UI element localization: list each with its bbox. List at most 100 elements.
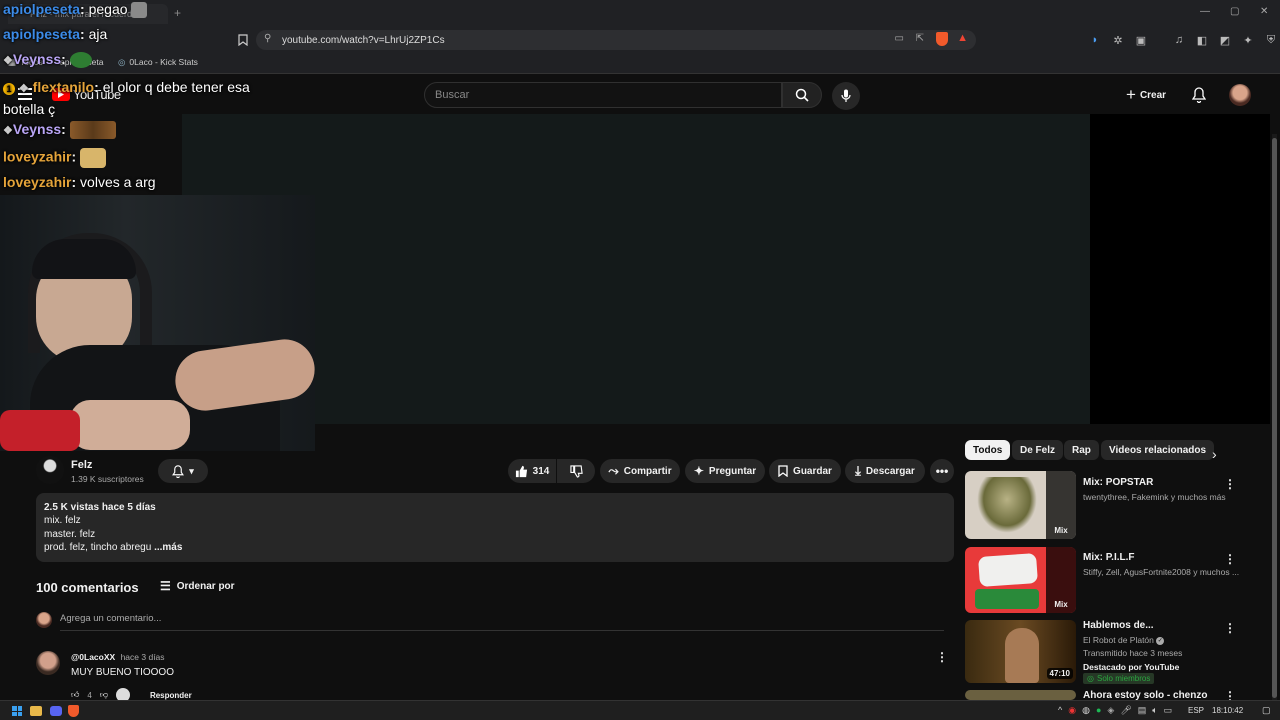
notification-center-icon[interactable]: ▢ [1262, 705, 1271, 716]
video-menu-icon[interactable]: ⋮ [1224, 552, 1236, 566]
subscription-bell-button[interactable]: ▾ [158, 459, 208, 483]
channel-name[interactable]: Felz [71, 459, 92, 471]
network-icon[interactable]: ▭ [1164, 705, 1173, 716]
maximize-button[interactable]: ▢ [1230, 6, 1239, 17]
start-icon[interactable] [12, 706, 22, 716]
new-tab-button[interactable]: + [174, 6, 181, 20]
minimize-button[interactable]: — [1200, 6, 1210, 17]
language-indicator[interactable]: ESP [1188, 706, 1204, 715]
leo-icon[interactable]: ✦ [1241, 33, 1255, 47]
player-side-panel [1090, 114, 1270, 424]
dislike-button[interactable] [557, 459, 595, 483]
search-button[interactable] [782, 82, 822, 108]
thumbs-down-icon [569, 464, 583, 478]
cast-icon[interactable]: ▭ [895, 33, 904, 44]
channel-avatar[interactable] [36, 456, 64, 484]
chip-rap[interactable]: Rap [1064, 440, 1099, 460]
like-button[interactable]: 314 [508, 459, 556, 483]
show-more-link[interactable]: ...más [154, 542, 182, 553]
scrollbar-thumb[interactable] [1272, 138, 1277, 698]
video-menu-icon[interactable]: ⋮ [1224, 621, 1236, 635]
mix-badge: Mix [1046, 471, 1076, 539]
comment-header: @0LacoXX hace 3 días [71, 652, 165, 662]
puzzle-icon[interactable]: ✲ [1111, 33, 1125, 47]
search-input[interactable]: Buscar [424, 82, 782, 108]
tray-app-icon[interactable]: ◈ [1107, 705, 1114, 716]
tray-app-icon[interactable]: ◍ [1082, 705, 1090, 716]
reply-button[interactable]: Responder [150, 691, 192, 700]
audio-icon[interactable]: ◗ [1088, 33, 1102, 47]
bookmark-kick-stats[interactable]: ◎ 0Laco - Kick Stats [118, 57, 198, 68]
url-bar[interactable]: ⚲ youtube.com/watch?v=LhrUj2ZP1Cs ▭ ⇱ ▲ [256, 30, 976, 50]
comment-like-icon[interactable]: 👍︎ [71, 690, 79, 700]
my-avatar [36, 612, 52, 628]
comment-author[interactable]: @0LacoXX [71, 652, 115, 662]
wallet-icon[interactable]: ◩ [1218, 33, 1232, 47]
video-title[interactable]: Mix: P.I.L.F [1083, 552, 1135, 563]
video-meta: Stiffy, Zell, AgusFortnite2008 y muchos … [1083, 567, 1240, 577]
mic-tray-icon[interactable]: 🎤︎ [1120, 705, 1131, 716]
sort-comments-button[interactable]: ☰ Ordenar por [160, 579, 235, 593]
page-scrollbar[interactable] [1272, 134, 1277, 700]
chat-line: loveyzahir: volves a arg [3, 174, 156, 190]
tray-app-icon[interactable]: ▤ [1138, 705, 1147, 716]
brave-taskbar-icon[interactable] [68, 705, 79, 717]
video-thumbnail[interactable]: Mix [965, 471, 1076, 539]
chat-line: apiolpeseta: aja [3, 26, 108, 42]
chat-message: pegao [88, 1, 128, 17]
video-thumbnail[interactable]: Mix [965, 547, 1076, 613]
share-icon: ⤳ [608, 463, 619, 478]
discord-icon[interactable] [50, 706, 62, 716]
description-line: mix. felz [44, 515, 81, 527]
share-page-icon[interactable]: ⇱ [916, 33, 924, 44]
voice-search-button[interactable] [832, 82, 860, 110]
emote-icon [69, 52, 92, 69]
speaker-icon[interactable]: 🔈︎ [1152, 705, 1157, 716]
share-button[interactable]: ⤳ Compartir [600, 459, 680, 483]
chip-de-felz[interactable]: De Felz [1012, 440, 1064, 460]
chat-line: loveyzahir: [3, 148, 107, 168]
save-button[interactable]: Guardar [769, 459, 841, 483]
chat-line: apiolpeseta: pegao [3, 1, 148, 19]
thumb-art [975, 589, 1039, 609]
description-box[interactable]: 2.5 K vistas hace 5 días mix. felz maste… [36, 493, 954, 562]
comment-menu-icon[interactable]: ⋮ [936, 650, 948, 664]
webcam-overlay [0, 195, 315, 451]
notifications-bell-icon[interactable] [1191, 87, 1207, 108]
file-explorer-icon[interactable] [30, 706, 42, 716]
site-settings-icon[interactable]: ⚲ [264, 33, 271, 44]
featured-label: Destacado por YouTube [1083, 662, 1180, 672]
video-thumbnail[interactable]: 47:10 [965, 620, 1076, 683]
create-button[interactable]: + Crear [1126, 82, 1166, 108]
chat-username: flextanilo [32, 79, 95, 95]
video-menu-icon[interactable]: ⋮ [1224, 477, 1236, 491]
close-window-button[interactable]: ✕ [1260, 6, 1268, 17]
tray-app-icon[interactable]: ◉ [1068, 705, 1076, 716]
video-title[interactable]: Mix: POPSTAR [1083, 477, 1153, 488]
comment-dislike-icon[interactable]: 👎︎ [100, 690, 108, 700]
chat-line: 1 ❖ flextanilo: el olor q debe tener esa… [3, 79, 250, 117]
music-icon[interactable]: ♫ [1172, 33, 1186, 47]
brave-shield-icon[interactable] [936, 32, 948, 46]
video-title[interactable]: Hablemos de... [1083, 620, 1154, 631]
chip-todos[interactable]: Todos [965, 440, 1011, 460]
brave-rewards-icon[interactable]: ▲ [957, 32, 968, 44]
emote-icon [69, 121, 116, 140]
chevron-right-icon[interactable]: › [1212, 446, 1217, 462]
ask-button[interactable]: ✦ Preguntar [685, 459, 765, 483]
clock[interactable]: 18:10:42 [1212, 706, 1243, 715]
comment-avatar[interactable] [36, 651, 60, 675]
tray-app-icon[interactable]: ● [1096, 705, 1101, 716]
screenshot-icon[interactable]: ▣ [1134, 33, 1148, 47]
add-comment-input[interactable]: Agrega un comentario... [60, 613, 944, 631]
account-avatar[interactable] [1229, 84, 1251, 106]
download-button[interactable]: ⤓ Descargar [845, 459, 925, 483]
vpn-icon[interactable]: ⛨ [1264, 33, 1278, 47]
sidebar-icon[interactable]: ◧ [1195, 33, 1209, 47]
more-actions-button[interactable]: ••• [930, 459, 954, 483]
bookmark-icon[interactable] [236, 33, 250, 47]
tray-arrow-icon[interactable]: ^ [1058, 705, 1062, 716]
video-player[interactable] [182, 114, 1090, 424]
video-thumbnail[interactable] [965, 690, 1076, 700]
chip-related[interactable]: Videos relacionados [1101, 440, 1215, 460]
